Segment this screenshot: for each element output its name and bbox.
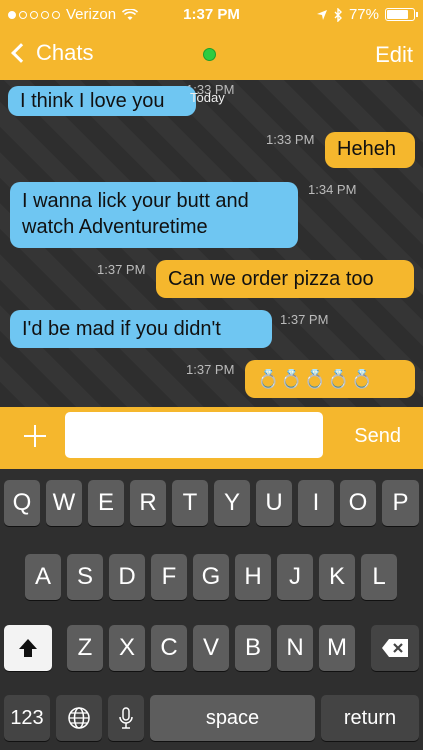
message-bubble[interactable]: Heheh (325, 132, 415, 168)
message-bubble[interactable]: I think I love you (8, 86, 196, 116)
key-a[interactable]: A (25, 554, 61, 600)
nav-bar: Chats Edit (0, 30, 423, 80)
key-d[interactable]: D (109, 554, 145, 600)
key-x[interactable]: X (109, 625, 145, 671)
bluetooth-icon (334, 7, 342, 22)
key-s[interactable]: S (67, 554, 103, 600)
edit-button[interactable]: Edit (375, 42, 413, 68)
key-g[interactable]: G (193, 554, 229, 600)
status-bar: Verizon 1:37 PM 77% (0, 0, 423, 30)
back-button[interactable]: Chats (8, 40, 93, 66)
key-j[interactable]: J (277, 554, 313, 600)
message-text: I'd be mad if you didn't (22, 318, 221, 340)
back-label: Chats (36, 40, 94, 65)
shift-icon (19, 639, 37, 657)
space-key[interactable]: space (150, 695, 315, 741)
backspace-key[interactable] (371, 625, 419, 671)
key-v[interactable]: V (193, 625, 229, 671)
globe-icon (68, 707, 90, 729)
key-f[interactable]: F (151, 554, 187, 600)
key-e[interactable]: E (88, 480, 124, 526)
microphone-key[interactable] (108, 695, 144, 741)
key-q[interactable]: Q (4, 480, 40, 526)
shift-key[interactable] (4, 625, 52, 671)
key-n[interactable]: N (277, 625, 313, 671)
key-i[interactable]: I (298, 480, 334, 526)
keyboard: Q W E R T Y U I O P A S D F G H J K L Z … (0, 469, 423, 750)
globe-key[interactable] (56, 695, 102, 741)
key-y[interactable]: Y (214, 480, 250, 526)
message-bubble[interactable]: 💍💍💍💍💍 (245, 360, 415, 398)
chevron-left-icon (11, 43, 31, 63)
message-bubble[interactable]: I wanna lick your butt and watch Adventu… (10, 182, 298, 248)
message-time: Today (190, 90, 225, 105)
key-r[interactable]: R (130, 480, 166, 526)
backspace-icon (382, 639, 408, 657)
message-time: 1:37 PM (186, 362, 235, 377)
key-k[interactable]: K (319, 554, 355, 600)
message-text: I think I love you (20, 90, 165, 112)
key-b[interactable]: B (235, 625, 271, 671)
online-dot-icon (203, 48, 216, 61)
message-text: 💍💍💍💍💍 (257, 369, 375, 389)
key-l[interactable]: L (361, 554, 397, 600)
chat-area[interactable]: 1:33 PM I think I love you Today 1:33 PM… (0, 80, 423, 407)
key-c[interactable]: C (151, 625, 187, 671)
message-text: Can we order pizza too (168, 268, 374, 290)
message-input[interactable] (65, 412, 323, 458)
key-u[interactable]: U (256, 480, 292, 526)
battery-icon (385, 8, 418, 21)
plus-icon[interactable] (22, 423, 48, 449)
message-time: 1:33 PM (266, 132, 315, 147)
message-time: 1:37 PM (280, 312, 329, 327)
key-h[interactable]: H (235, 554, 271, 600)
key-t[interactable]: T (172, 480, 208, 526)
message-time: 1:37 PM (97, 262, 146, 277)
send-button[interactable]: Send (354, 425, 401, 448)
key-z[interactable]: Z (67, 625, 103, 671)
message-time: 1:34 PM (308, 182, 357, 197)
key-w[interactable]: W (46, 480, 82, 526)
message-bubble[interactable]: I'd be mad if you didn't (10, 310, 272, 348)
microphone-icon (119, 707, 133, 729)
compose-bar: Send (0, 407, 423, 469)
return-key[interactable]: return (321, 695, 419, 741)
message-bubble[interactable]: Can we order pizza too (156, 260, 414, 298)
key-m[interactable]: M (319, 625, 355, 671)
key-p[interactable]: P (382, 480, 419, 526)
location-icon (316, 9, 327, 20)
message-text: I wanna lick your butt and watch Adventu… (22, 190, 249, 238)
battery-percent: 77% (348, 6, 379, 23)
key-o[interactable]: O (340, 480, 376, 526)
numbers-key[interactable]: 123 (4, 695, 50, 741)
status-right: 77% (316, 6, 418, 23)
message-text: Heheh (337, 138, 396, 160)
